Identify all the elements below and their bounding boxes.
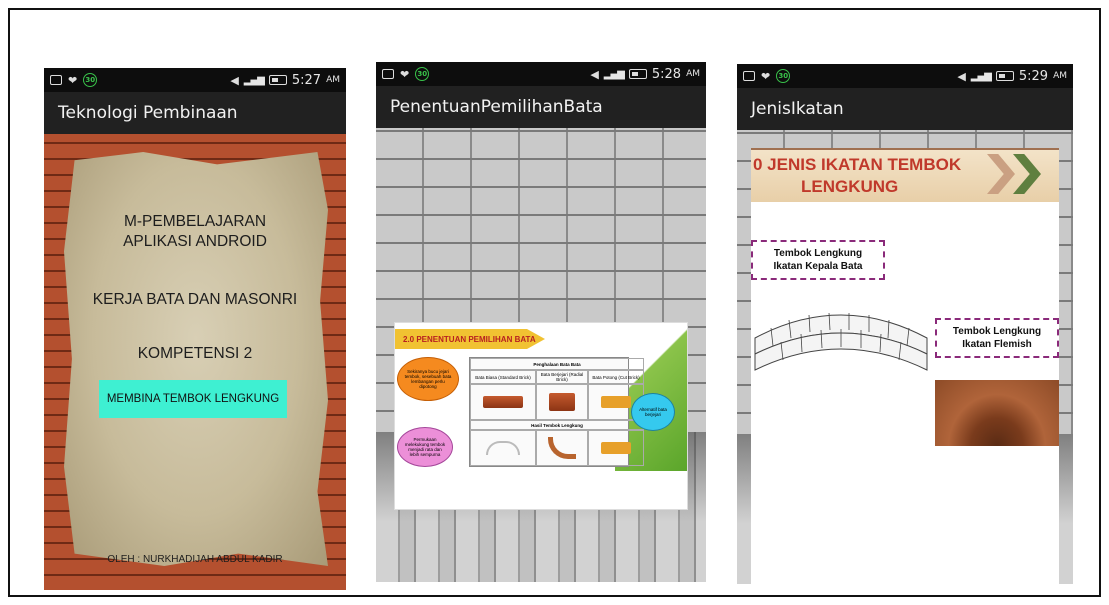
standard-brick-image: [470, 384, 536, 420]
speaker-icon: ◀: [230, 73, 239, 87]
signal-icon: ▂▄▆: [970, 70, 992, 82]
arch-cut-image: [588, 430, 644, 466]
shield-icon: ❤: [400, 67, 410, 81]
flemish-bond-label: Tembok Lengkung Ikatan Flemish: [935, 318, 1059, 358]
gallery-icon: [382, 69, 394, 79]
table-row2-title: Hasil Tembok Lengkung: [470, 420, 644, 430]
note-orange: Sekiranya bucu jejari tembok, sesebuah b…: [397, 357, 459, 401]
status-bar: ❤ 30 ◀ ▂▄▆ 5:27 AM: [44, 68, 346, 92]
status-bar: ❤ 30 ◀ ▂▄▆ 5:28 AM: [376, 62, 706, 86]
speaker-icon: ◀: [590, 67, 599, 81]
app-title: PenentuanPemilihanBata: [376, 86, 706, 128]
slide-banner: 2.0 PENENTUAN PEMILIHAN BATA: [395, 329, 545, 349]
flemish-bond-label-line-2: Ikatan Flemish: [962, 339, 1032, 350]
brick-table: Penghalaan Bata Bata Bata Biasa (Standar…: [469, 357, 644, 467]
flemish-bond-label-line-1: Tembok Lengkung: [952, 326, 1042, 337]
banner-line-1: 0 JENIS IKATAN TEMBOK: [753, 155, 962, 174]
arch-wall-drawing: [754, 312, 928, 371]
app-title: Teknologi Pembinaan: [44, 92, 346, 134]
status-bar: ❤ 30 ◀ ▂▄▆ 5:29 AM: [737, 64, 1073, 88]
arch-standard-image: [470, 430, 536, 466]
table-header-standard: Bata Biasa (Standard Brick): [470, 370, 536, 384]
slide-content: 2.0 PENENTUAN PEMILIHAN BATA Penghalaan …: [376, 128, 706, 582]
author-credit: OLEH : NURKHADIJAH ABDUL KADIR: [107, 554, 283, 565]
brick-selection-slide: 2.0 PENENTUAN PEMILIHAN BATA Penghalaan …: [394, 322, 688, 510]
radial-brick-image: [536, 384, 588, 420]
note-pink: Permukaan melekukung tembok menjadi rata…: [397, 427, 453, 467]
header-bond-label: Tembok Lengkung Ikatan Kepala Bata: [751, 240, 885, 280]
arch-radial-image: [536, 430, 588, 466]
signal-icon: ▂▄▆: [603, 68, 625, 80]
shield-icon: ❤: [761, 69, 771, 83]
clock-ampm: AM: [686, 69, 700, 79]
membina-tembok-lengkung-button[interactable]: MEMBINA TEMBOK LENGKUNG: [99, 380, 287, 418]
battery-icon: [268, 75, 287, 85]
table-header-cut: Bata Potong (Cut Brick): [588, 370, 644, 384]
table-header-radial: Bata Berjejari (Radial Brick): [536, 370, 588, 384]
signal-icon: ▂▄▆: [243, 74, 265, 86]
app-title: JenisIkatan: [737, 88, 1073, 130]
shield-icon: ❤: [68, 73, 78, 87]
note-cyan: Alternatif bata berjejari: [631, 393, 675, 431]
heading-line-2: APLIKASI ANDROID: [123, 233, 267, 250]
clock-time: 5:27: [291, 72, 322, 88]
header-bond-label-line-2: Ikatan Kepala Bata: [773, 261, 863, 272]
phone-screen-teknologi-pembinaan: ❤ 30 ◀ ▂▄▆ 5:27 AM Teknologi Pembinaan M…: [44, 68, 346, 590]
notification-badge: 30: [776, 69, 791, 83]
battery-icon: [995, 71, 1014, 81]
speaker-icon: ◀: [957, 69, 966, 83]
notification-badge: 30: [415, 67, 430, 81]
gallery-icon: [743, 71, 755, 81]
header-bond-label-line-1: Tembok Lengkung: [773, 248, 863, 259]
clock-time: 5:29: [1018, 68, 1049, 84]
notification-badge: 30: [83, 73, 98, 87]
clock-ampm: AM: [326, 75, 340, 85]
battery-icon: [628, 69, 647, 79]
banner-line-2: LENGKUNG: [801, 177, 899, 196]
slide-content: 0 JENIS IKATAN TEMBOK LENGKUNG Tembok Le…: [737, 130, 1073, 584]
table-title: Penghalaan Bata Bata: [470, 358, 644, 370]
flemish-arch-photo: [935, 380, 1059, 446]
slide-bottom-margin: [395, 471, 687, 509]
heading-line-1: M-PEMBELAJARAN: [123, 213, 267, 230]
phone-screen-penentuan-pemilihan-bata: ❤ 30 ◀ ▂▄▆ 5:28 AM PenentuanPemilihanBat…: [376, 62, 706, 582]
heading-block: M-PEMBELAJARAN APLIKASI ANDROID: [44, 212, 346, 252]
competency-title: KOMPETENSI 2: [137, 345, 253, 362]
clock-ampm: AM: [1053, 71, 1067, 81]
bond-types-slide: 0 JENIS IKATAN TEMBOK LENGKUNG Tembok Le…: [751, 148, 1059, 584]
subject-title: KERJA BATA DAN MASONRI: [92, 291, 298, 308]
clock-time: 5:28: [651, 66, 682, 82]
phone-screen-jenis-ikatan: ❤ 30 ◀ ▂▄▆ 5:29 AM JenisIkatan 0 JENIS I…: [737, 64, 1073, 584]
gallery-icon: [50, 75, 62, 85]
home-content: M-PEMBELAJARAN APLIKASI ANDROID KERJA BA…: [44, 134, 346, 590]
